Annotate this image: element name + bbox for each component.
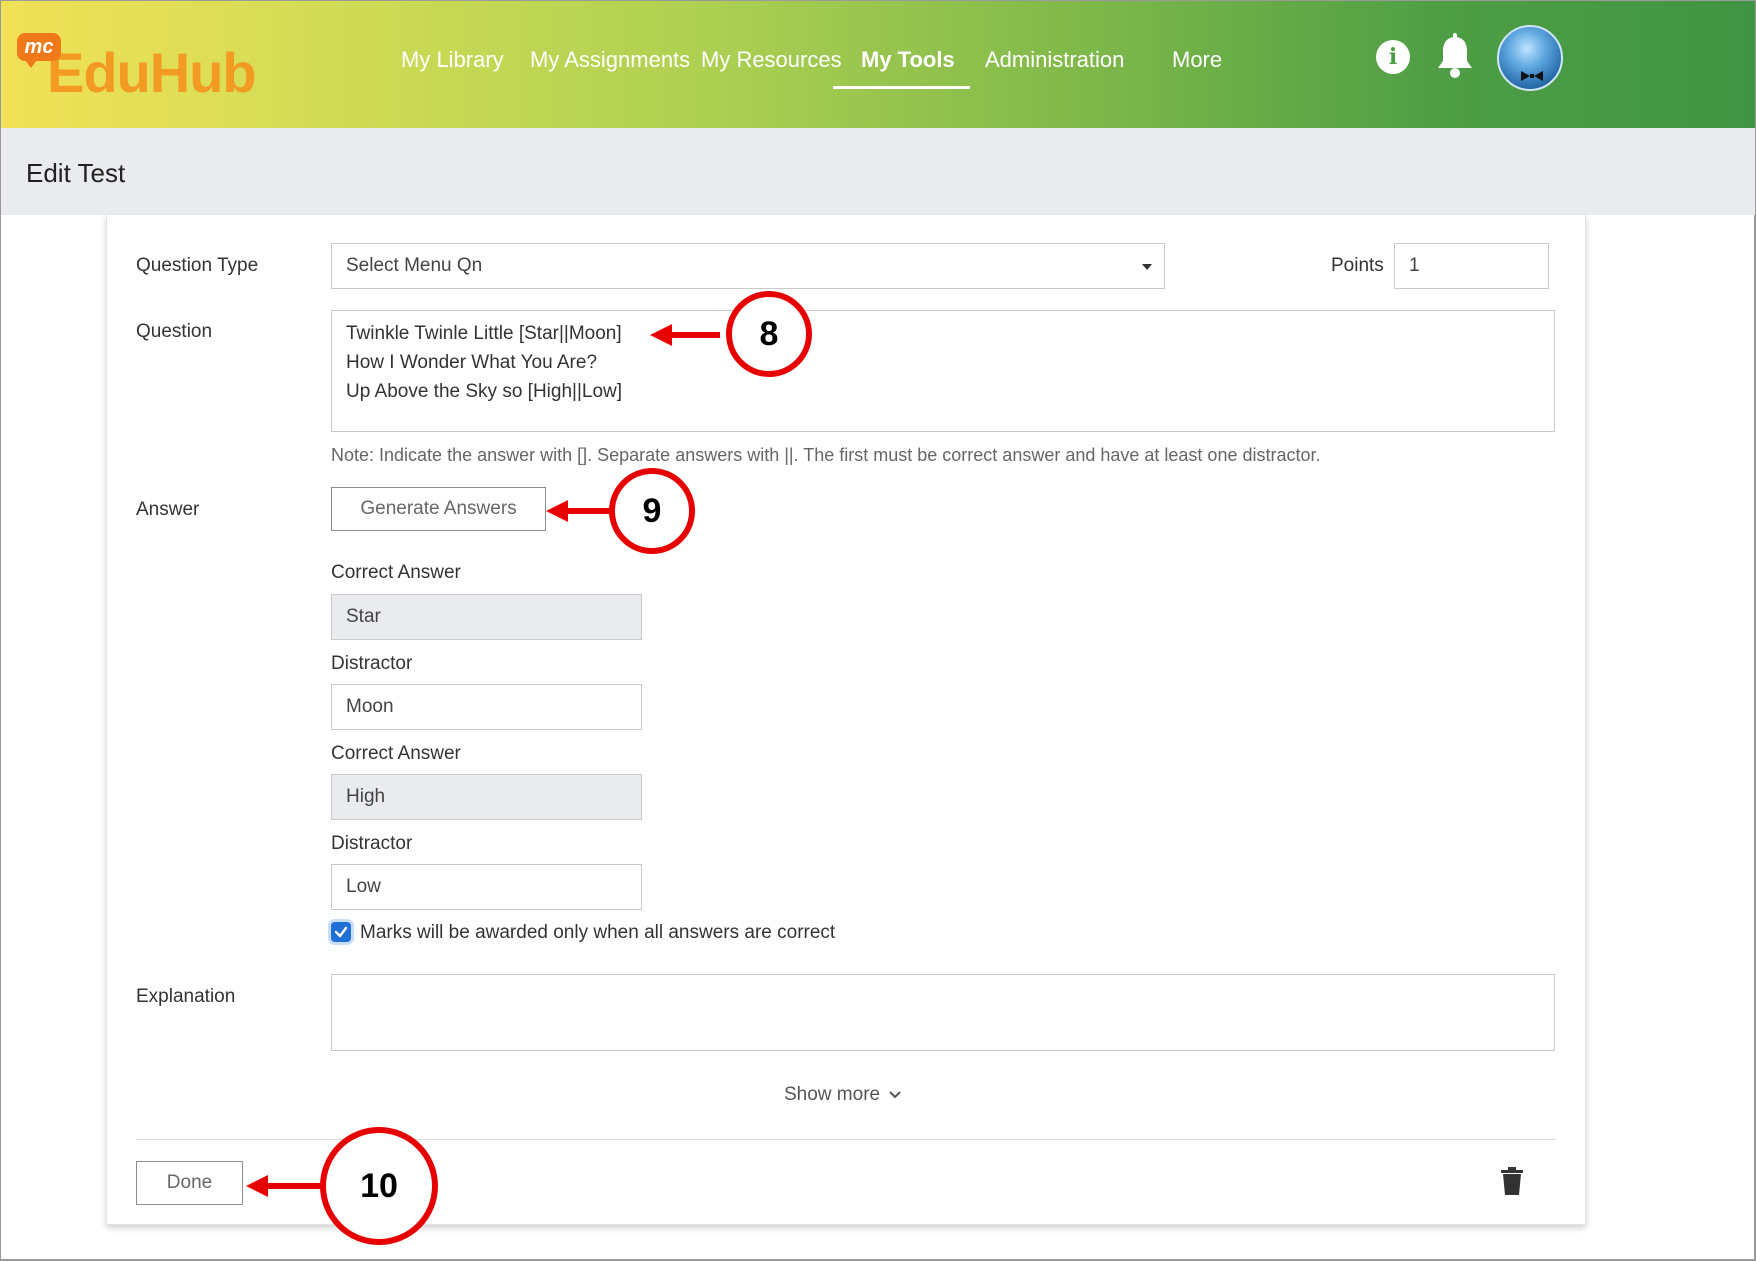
question-textarea[interactable]: Twinkle Twinle Little [Star||Moon] How I…	[331, 310, 1555, 432]
nav-my-assignments[interactable]: My Assignments	[530, 45, 690, 75]
nav-my-library[interactable]: My Library	[401, 45, 504, 75]
answer-field-label: Distractor	[331, 833, 413, 854]
answer-field-label: Distractor	[331, 653, 413, 674]
distractor-input[interactable]: Low	[331, 864, 642, 910]
page-header-bar	[1, 128, 1755, 215]
annotation-arrow	[546, 500, 616, 522]
annotation-marker-8: 8	[726, 291, 812, 377]
trash-icon[interactable]	[1500, 1167, 1524, 1195]
page-title: Edit Test	[26, 158, 126, 188]
nav-my-tools[interactable]: My Tools	[861, 45, 955, 75]
annotation-marker-9: 9	[609, 468, 695, 554]
question-line: How I Wonder What You Are?	[346, 352, 598, 373]
chevron-down-icon	[1142, 264, 1152, 270]
chevron-down-icon	[889, 1091, 901, 1099]
top-navbar: EduHub mc My Library My Assignments My R…	[1, 1, 1755, 128]
done-button[interactable]: Done	[136, 1161, 243, 1205]
avatar[interactable]	[1497, 25, 1563, 91]
show-more-toggle[interactable]: Show more	[784, 1083, 902, 1107]
correct-answer-field: Star	[331, 594, 642, 640]
points-label: Points	[1331, 255, 1384, 276]
explanation-label: Explanation	[136, 986, 236, 1007]
logo-badge: mc	[17, 33, 61, 68]
generate-answers-button[interactable]: Generate Answers	[331, 487, 546, 531]
nav-my-resources[interactable]: My Resources	[701, 45, 842, 75]
all-correct-checkbox-label[interactable]: Marks will be awarded only when all answ…	[360, 921, 835, 945]
answer-field-label: Correct Answer	[331, 562, 461, 583]
question-type-label: Question Type	[136, 255, 259, 276]
correct-answer-field: High	[331, 774, 642, 820]
logo-wordmark: EduHub	[47, 41, 257, 104]
bowtie-icon	[1521, 71, 1543, 81]
question-line: Twinkle Twinle Little [Star||Moon]	[346, 323, 622, 344]
nav-active-indicator	[833, 86, 970, 89]
explanation-textarea[interactable]	[331, 974, 1555, 1051]
question-line: Up Above the Sky so [High||Low]	[346, 381, 623, 402]
annotation-arrow	[650, 324, 720, 346]
answer-field-label: Correct Answer	[331, 743, 461, 764]
bell-icon[interactable]	[1434, 33, 1476, 81]
nav-administration[interactable]: Administration	[985, 45, 1124, 75]
info-icon[interactable]: i	[1376, 40, 1410, 74]
question-note: Note: Indicate the answer with []. Separ…	[331, 445, 1321, 465]
answer-label: Answer	[136, 499, 200, 520]
annotation-arrow	[246, 1175, 326, 1197]
nav-more[interactable]: More	[1172, 45, 1222, 75]
points-input[interactable]: 1	[1394, 243, 1549, 289]
question-label: Question	[136, 321, 213, 342]
all-correct-checkbox[interactable]	[331, 922, 351, 942]
question-type-select[interactable]: Select Menu Qn	[331, 243, 1165, 289]
eduhub-logo[interactable]: EduHub mc	[17, 29, 267, 107]
checkmark-icon	[334, 926, 348, 938]
distractor-input[interactable]: Moon	[331, 684, 642, 730]
annotation-marker-10: 10	[320, 1127, 438, 1245]
